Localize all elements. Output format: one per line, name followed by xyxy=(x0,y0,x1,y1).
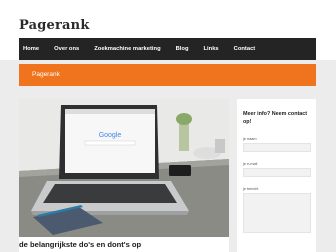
nav-item-contact[interactable]: Contact xyxy=(230,46,256,52)
nav-item-home[interactable]: Home xyxy=(19,46,39,52)
contact-sidebar: Meer info? Neem contact op! je naam je e… xyxy=(237,99,316,252)
post-image[interactable]: Google xyxy=(19,99,229,237)
site-header: Pagerank Home Over ons Zoekmachine marke… xyxy=(0,0,336,60)
post-title[interactable]: de belangrijkste do's en dont's op xyxy=(19,237,229,252)
name-field[interactable] xyxy=(243,143,311,152)
site-title[interactable]: Pagerank xyxy=(19,18,90,33)
nav-item-zoekmachine-marketing[interactable]: Zoekmachine marketing xyxy=(90,46,160,52)
google-logo: Google xyxy=(99,132,122,139)
message-field[interactable] xyxy=(243,193,311,233)
page-title-banner: Pagerank xyxy=(19,64,316,86)
nav-item-over-ons[interactable]: Over ons xyxy=(50,46,79,52)
name-field-label: je naam xyxy=(243,137,257,141)
page-title: Pagerank xyxy=(32,71,60,78)
main-content: Google de belangrijkste do's en dont's o… xyxy=(19,99,229,252)
nav-item-blog[interactable]: Blog xyxy=(172,46,189,52)
email-field[interactable] xyxy=(243,168,311,177)
nav-item-links[interactable]: Links xyxy=(200,46,219,52)
message-field-label: je bericht xyxy=(243,187,259,191)
email-field-label: je e-mail xyxy=(243,162,258,166)
main-nav: Home Over ons Zoekmachine marketing Blog… xyxy=(19,38,316,60)
laptop-photo-icon: Google xyxy=(19,99,229,237)
sidebar-title: Meer info? Neem contact op! xyxy=(243,111,308,125)
